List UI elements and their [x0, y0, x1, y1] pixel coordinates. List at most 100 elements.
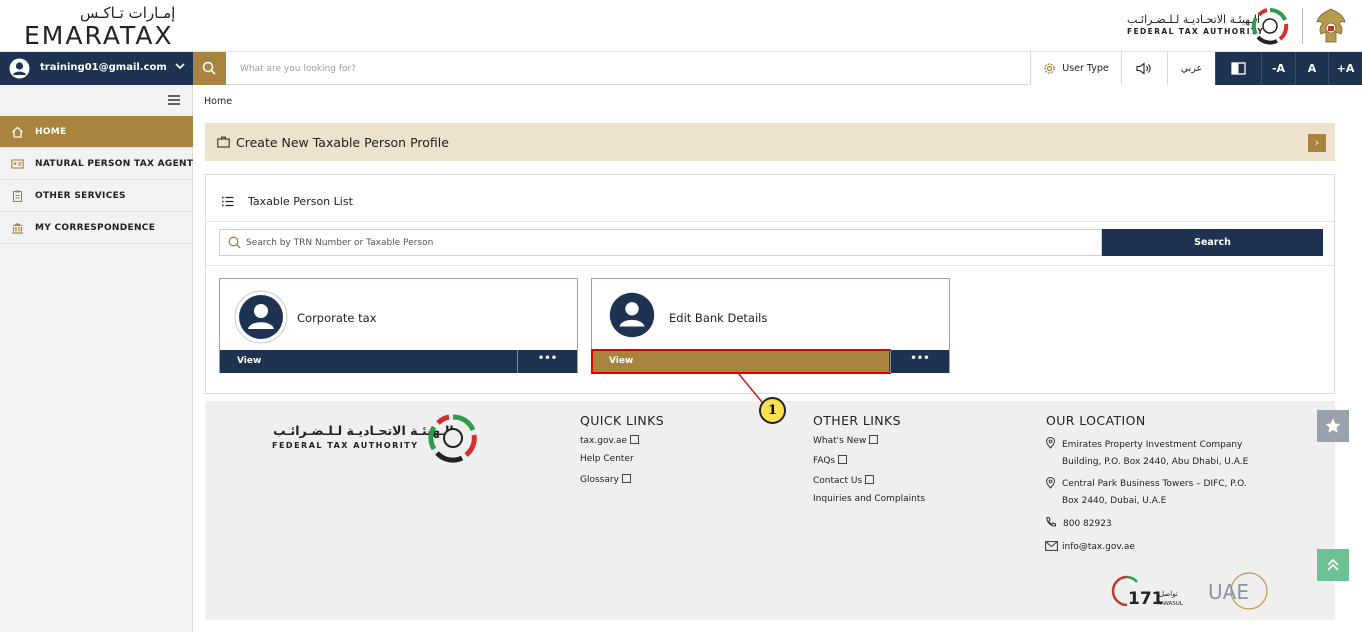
top-header: إمـارات تـاكـس EMARATAX الـهيئـة الاتحـا…	[0, 0, 1362, 52]
user-account-dropdown[interactable]: training01@gmail.com	[0, 52, 193, 85]
footer: الـهيئـة الاتحـاديـة لـلـضـرائـب FEDERAL…	[205, 401, 1335, 620]
email-icon	[1045, 541, 1058, 551]
arabic-language-button[interactable]: عربي	[1167, 52, 1215, 85]
map-pin-icon	[1045, 477, 1056, 489]
create-profile-label: Create New Taxable Person Profile	[236, 135, 449, 150]
email-address[interactable]: info@tax.gov.ae	[1062, 539, 1135, 556]
footer-fta-english: FEDERAL TAX AUTHORITY	[272, 441, 419, 450]
card-view-button[interactable]: View	[591, 349, 891, 374]
card-view-button[interactable]: View	[220, 350, 517, 373]
arabic-language-label: عربي	[1180, 63, 1203, 74]
sidebar: HOME NATURAL PERSON TAX AGENT OTHER SERV…	[0, 85, 193, 632]
user-avatar-icon	[9, 58, 30, 79]
sidebar-item-label: NATURAL PERSON TAX AGENT	[35, 159, 194, 169]
address-dubai: Central Park Business Towers – DIFC, P.O…	[1062, 479, 1247, 506]
phone-icon	[1046, 517, 1056, 527]
font-normal-button[interactable]: A	[1295, 52, 1328, 85]
external-link-icon	[838, 455, 848, 464]
search-icon	[228, 236, 241, 249]
address-abu-dhabi: Emirates Property Investment Company Bui…	[1062, 440, 1249, 467]
header-divider	[1302, 8, 1303, 44]
external-link-icon	[869, 435, 879, 444]
clipboard-icon	[12, 190, 23, 202]
sidebar-item-label: MY CORRESPONDENCE	[35, 223, 156, 233]
taxable-person-card-corporate-tax: Corporate tax View •••	[219, 278, 578, 373]
navbar: training01@gmail.com User Type عربي	[0, 52, 1362, 85]
taxable-person-list-title: Taxable Person List	[248, 195, 353, 208]
user-email: training01@gmail.com	[40, 62, 167, 73]
external-link-icon	[621, 474, 631, 483]
uae-nation-brand-logo: UAE	[1208, 572, 1268, 610]
taxable-person-search-input[interactable]	[246, 233, 1086, 253]
footer-link-inquiries[interactable]: Inquiries and Complaints	[813, 494, 925, 504]
card-name: Corporate tax	[297, 311, 377, 325]
divider	[206, 221, 1334, 222]
our-location-heading: OUR LOCATION	[1046, 413, 1146, 428]
uae-eagle-emblem-icon	[1316, 8, 1346, 43]
view-label: View	[237, 356, 262, 366]
font-decrease-button[interactable]: -A	[1261, 52, 1295, 85]
tawasul-english: TAWASUL	[1156, 601, 1184, 607]
external-link-icon	[865, 475, 875, 484]
home-icon	[12, 126, 23, 138]
footer-link-whats-new[interactable]: What's New	[813, 434, 879, 446]
sidebar-item-other-services[interactable]: OTHER SERVICES	[0, 180, 193, 212]
font-increase-button[interactable]: +A	[1328, 52, 1362, 85]
search-button[interactable]: Search	[1102, 229, 1323, 256]
divider	[206, 265, 1334, 266]
double-chevron-up-icon	[1327, 558, 1339, 571]
person-avatar-icon	[609, 292, 655, 338]
sidebar-item-my-correspondence[interactable]: MY CORRESPONDENCE	[0, 212, 193, 244]
other-links-heading: OTHER LINKS	[813, 413, 901, 428]
card-more-options-button[interactable]: •••	[890, 350, 949, 373]
gear-icon	[1044, 63, 1055, 74]
create-taxable-person-profile-bar[interactable]: Create New Taxable Person Profile ›	[205, 123, 1335, 161]
contrast-icon	[1231, 62, 1246, 75]
quick-links-heading: QUICK LINKS	[580, 413, 665, 428]
uae-logo-text: UAE	[1208, 580, 1249, 604]
card-name: Edit Bank Details	[669, 311, 768, 325]
taxable-person-search-box[interactable]	[219, 229, 1102, 256]
footer-link-help-center[interactable]: Help Center	[580, 454, 634, 464]
taxable-person-card-edit-bank-details: Edit Bank Details View •••	[591, 278, 950, 374]
taxable-person-list-panel: Taxable Person List Search Corporate tax…	[205, 174, 1335, 394]
view-label: View	[609, 356, 634, 366]
footer-link-glossary[interactable]: Glossary	[580, 473, 631, 485]
user-type-label: User Type	[1062, 63, 1109, 74]
breadcrumb[interactable]: Home	[204, 96, 232, 107]
chevron-down-icon	[175, 63, 185, 70]
speaker-icon	[1136, 62, 1151, 75]
emaratax-logo[interactable]: EMARATAX	[24, 21, 174, 50]
person-avatar-icon	[234, 290, 288, 344]
audio-button[interactable]	[1121, 52, 1167, 85]
footer-link-contact-us[interactable]: Contact Us	[813, 474, 875, 486]
global-search-input[interactable]	[232, 57, 1022, 80]
footer-link-faqs[interactable]: FAQs	[813, 454, 848, 466]
search-icon	[202, 61, 216, 75]
id-card-icon	[11, 159, 24, 169]
user-type-button[interactable]: User Type	[1030, 52, 1121, 85]
chevron-right-icon[interactable]: ›	[1308, 134, 1326, 152]
scroll-to-top-button[interactable]	[1317, 549, 1349, 581]
tawasul-arabic: تواصل	[1159, 590, 1178, 598]
briefcase-icon	[217, 136, 230, 148]
favorites-star-button[interactable]	[1317, 410, 1349, 442]
phone-number[interactable]: 800 82923	[1063, 516, 1112, 533]
fta-logo-arabic: الـهيئـة الاتحـاديـة لـلـضـرائـب	[1127, 13, 1261, 26]
footer-link-tax-gov[interactable]: tax.gov.ae	[580, 434, 639, 446]
external-link-icon	[630, 435, 639, 444]
map-pin-icon	[1045, 437, 1056, 449]
fta-emblem-icon	[428, 414, 477, 463]
card-more-options-button[interactable]: •••	[517, 350, 577, 373]
global-search-button[interactable]	[193, 52, 226, 85]
bank-icon	[12, 223, 23, 234]
hamburger-menu-icon[interactable]	[167, 94, 181, 106]
contrast-toggle-button[interactable]	[1215, 52, 1261, 85]
list-icon	[222, 196, 234, 207]
tawasul-logo: 171 تواصل TAWASUL	[1111, 575, 1184, 609]
sidebar-item-natural-person-tax-agent[interactable]: NATURAL PERSON TAX AGENT	[0, 148, 193, 180]
fta-emblem-icon	[1251, 7, 1289, 45]
sidebar-item-home[interactable]: HOME	[0, 116, 193, 148]
callout-step-number: 1	[759, 397, 786, 424]
star-icon	[1325, 418, 1341, 433]
